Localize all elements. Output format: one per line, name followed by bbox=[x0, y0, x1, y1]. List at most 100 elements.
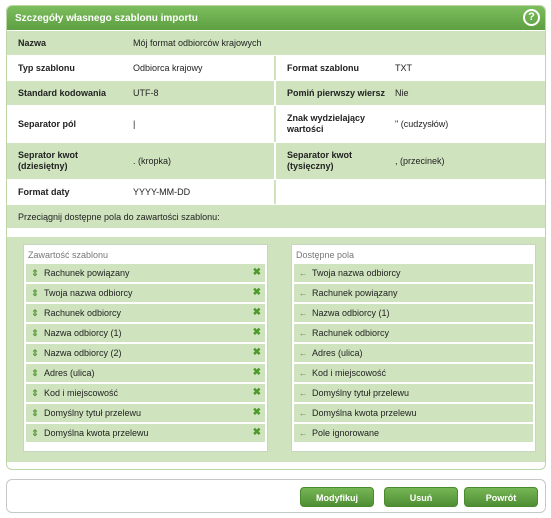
field-label: Rachunek powiązany bbox=[312, 288, 398, 298]
template-content-list: ⇕ Rachunek powiązany ✖ ⇕ Twoja nazwa odbiorc… bbox=[24, 264, 267, 442]
available-field-item[interactable]: ← Rachunek powiązany bbox=[294, 284, 533, 302]
field-label: Twoja nazwa odbiorcy bbox=[312, 268, 401, 278]
available-field-item[interactable]: ← Adres (ulica) bbox=[294, 344, 533, 362]
panel-header: Szczegóły własnego szablonu importu ? bbox=[7, 6, 545, 30]
template-field-item[interactable]: ⇕ Adres (ulica) ✖ bbox=[26, 364, 265, 382]
arrow-left-icon[interactable]: ← bbox=[294, 308, 312, 318]
template-field-item[interactable]: ⇕ Nazwa odbiorcy (1) ✖ bbox=[26, 324, 265, 342]
drag-handle-icon[interactable]: ⇕ bbox=[26, 328, 44, 339]
template-field-item[interactable]: ⇕ Kod i miejscowość ✖ bbox=[26, 384, 265, 402]
template-content-box: Zawartość szablonu ⇕ Rachunek powiązany ✖ ⇕… bbox=[23, 244, 268, 452]
drag-handle-icon[interactable]: ⇕ bbox=[26, 348, 44, 359]
available-field-item[interactable]: ← Nazwa odbiorcy (1) bbox=[294, 304, 533, 322]
field-label: Nazwa odbiorcy (1) bbox=[44, 328, 122, 338]
remove-icon[interactable]: ✖ bbox=[253, 267, 261, 278]
available-field-item[interactable]: ← Rachunek odbiorcy bbox=[294, 324, 533, 342]
drag-handle-icon[interactable]: ⇕ bbox=[26, 428, 44, 439]
arrow-left-icon[interactable]: ← bbox=[294, 328, 312, 338]
available-field-item[interactable]: ← Kod i miejscowość bbox=[294, 364, 533, 382]
field-label: Nazwa odbiorcy (2) bbox=[44, 348, 122, 358]
field-label: Kod i miejscowość bbox=[44, 388, 119, 398]
available-fields-title: Dostępne pola bbox=[296, 250, 355, 260]
available-fields-box: Dostępne pola ← Twoja nazwa odbiorcy ← Rach… bbox=[291, 244, 536, 452]
sep-kwot-ty-label: Separator kwot (tysięczny) bbox=[276, 143, 389, 179]
drag-handle-icon[interactable]: ⇕ bbox=[26, 268, 44, 279]
drag-handle-icon[interactable]: ⇕ bbox=[26, 408, 44, 419]
template-field-item[interactable]: ⇕ Twoja nazwa odbiorcy ✖ bbox=[26, 284, 265, 302]
field-label: Twoja nazwa odbiorcy bbox=[44, 288, 133, 298]
remove-icon[interactable]: ✖ bbox=[253, 387, 261, 398]
drag-handle-icon[interactable]: ⇕ bbox=[26, 308, 44, 319]
standard-value: UTF-8 bbox=[127, 81, 274, 105]
arrow-left-icon[interactable]: ← bbox=[294, 288, 312, 298]
template-field-item[interactable]: ⇕ Rachunek odbiorcy ✖ bbox=[26, 304, 265, 322]
field-label: Rachunek odbiorcy bbox=[312, 328, 390, 338]
template-details-panel: Szczegóły własnego szablonu importu ? Na… bbox=[6, 5, 546, 470]
arrow-left-icon[interactable]: ← bbox=[294, 368, 312, 378]
action-bar: Modyfikuj Usuń Powrót bbox=[6, 479, 546, 513]
znak-value: " (cudzysłów) bbox=[389, 106, 545, 142]
format-daty-label: Format daty bbox=[7, 180, 127, 204]
remove-icon[interactable]: ✖ bbox=[253, 427, 261, 438]
format-label: Format szablonu bbox=[276, 56, 389, 80]
field-label: Pole ignorowane bbox=[312, 428, 380, 438]
empty-cell bbox=[276, 180, 545, 204]
drag-handle-icon[interactable]: ⇕ bbox=[26, 368, 44, 379]
field-label: Nazwa odbiorcy (1) bbox=[312, 308, 390, 318]
panel-title: Szczegóły własnego szablonu importu bbox=[15, 13, 198, 24]
template-field-item[interactable]: ⇕ Rachunek powiązany ✖ bbox=[26, 264, 265, 282]
field-label: Kod i miejscowość bbox=[312, 368, 387, 378]
back-button[interactable]: Powrót bbox=[464, 487, 538, 507]
available-field-item[interactable]: ← Domyślny tytuł przelewu bbox=[294, 384, 533, 402]
sep-kwot-ty-value: , (przecinek) bbox=[389, 143, 545, 179]
row-standard: Standard kodowania UTF-8 Pomiń pierwszy … bbox=[7, 80, 545, 105]
remove-icon[interactable]: ✖ bbox=[253, 307, 261, 318]
typ-label: Typ szablonu bbox=[7, 56, 127, 80]
remove-icon[interactable]: ✖ bbox=[253, 327, 261, 338]
drag-handle-icon[interactable]: ⇕ bbox=[26, 288, 44, 299]
format-daty-value: YYYY-MM-DD bbox=[127, 180, 274, 204]
remove-icon[interactable]: ✖ bbox=[253, 347, 261, 358]
help-icon[interactable]: ? bbox=[523, 9, 540, 26]
sep-kwot-dz-value: . (kropka) bbox=[127, 143, 274, 179]
field-label: Rachunek odbiorcy bbox=[44, 308, 122, 318]
field-label: Adres (ulica) bbox=[44, 368, 95, 378]
remove-icon[interactable]: ✖ bbox=[253, 367, 261, 378]
pomin-value: Nie bbox=[389, 81, 545, 105]
template-field-item[interactable]: ⇕ Domyślna kwota przelewu ✖ bbox=[26, 424, 265, 442]
drag-handle-icon[interactable]: ⇕ bbox=[26, 388, 44, 399]
separator-pol-label: Separator pól bbox=[7, 106, 127, 142]
available-field-item[interactable]: ← Twoja nazwa odbiorcy bbox=[294, 264, 533, 282]
remove-icon[interactable]: ✖ bbox=[253, 407, 261, 418]
typ-value: Odbiorca krajowy bbox=[127, 56, 274, 80]
available-field-item[interactable]: ← Domyślna kwota przelewu bbox=[294, 404, 533, 422]
nazwa-label: Nazwa bbox=[7, 31, 127, 55]
available-fields-list: ← Twoja nazwa odbiorcy ← Rachunek powiązany… bbox=[292, 264, 535, 442]
remove-icon[interactable]: ✖ bbox=[253, 287, 261, 298]
field-label: Rachunek powiązany bbox=[44, 268, 130, 278]
template-content-title: Zawartość szablonu bbox=[28, 250, 109, 260]
field-label: Domyślna kwota przelewu bbox=[312, 408, 417, 418]
nazwa-value: Mój format odbiorców krajowych bbox=[127, 31, 545, 55]
drag-hint: Przeciągnij dostępne pola do zawartości … bbox=[7, 204, 545, 228]
format-value: TXT bbox=[389, 56, 545, 80]
template-field-item[interactable]: ⇕ Nazwa odbiorcy (2) ✖ bbox=[26, 344, 265, 362]
field-label: Domyślny tytuł przelewu bbox=[44, 408, 142, 418]
row-sep-kwot: Seprator kwot (dziesiętny) . (kropka) Se… bbox=[7, 142, 545, 179]
delete-button[interactable]: Usuń bbox=[384, 487, 458, 507]
available-field-item[interactable]: ← Pole ignorowane bbox=[294, 424, 533, 442]
row-separator: Separator pól | Znak wydzielający wartoś… bbox=[7, 105, 545, 142]
row-nazwa: Nazwa Mój format odbiorców krajowych bbox=[7, 30, 545, 55]
arrow-left-icon[interactable]: ← bbox=[294, 408, 312, 418]
arrow-left-icon[interactable]: ← bbox=[294, 428, 312, 438]
modify-button[interactable]: Modyfikuj bbox=[300, 487, 374, 507]
znak-label: Znak wydzielający wartości bbox=[276, 106, 389, 142]
arrow-left-icon[interactable]: ← bbox=[294, 388, 312, 398]
arrow-left-icon[interactable]: ← bbox=[294, 348, 312, 358]
template-field-item[interactable]: ⇕ Domyślny tytuł przelewu ✖ bbox=[26, 404, 265, 422]
separator-pol-value: | bbox=[127, 106, 274, 142]
arrow-left-icon[interactable]: ← bbox=[294, 268, 312, 278]
pomin-label: Pomiń pierwszy wiersz bbox=[276, 81, 389, 105]
standard-label: Standard kodowania bbox=[7, 81, 127, 105]
field-label: Adres (ulica) bbox=[312, 348, 363, 358]
